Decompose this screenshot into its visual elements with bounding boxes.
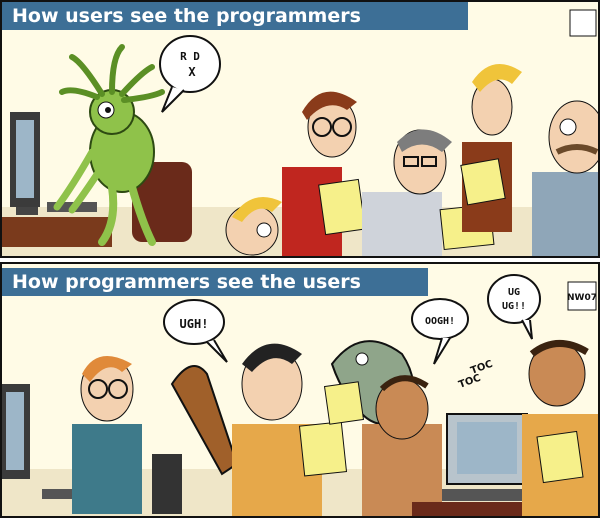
monitor xyxy=(10,112,40,215)
artist-logo xyxy=(569,9,597,37)
programmer-tall-blonde xyxy=(460,64,522,232)
programmer-at-desk xyxy=(72,356,142,514)
panel-illustration: R D X xyxy=(2,9,598,256)
speech-bubble-alien: R D X xyxy=(159,35,221,113)
programmer-mustache xyxy=(532,100,598,256)
speech-bubble-ugh: UGH! xyxy=(163,299,228,363)
speech-bubble-ug: UG UG!! xyxy=(487,274,541,340)
panel-caption: How users see the programmers xyxy=(2,2,468,30)
paper xyxy=(318,178,366,236)
chair xyxy=(152,454,182,514)
speech-text-1: R D xyxy=(180,50,200,63)
comic-panel-bottom: How programmers see the users UGH! OOGH!… xyxy=(0,262,600,518)
speech-text-ug-2: UG!! xyxy=(502,301,526,312)
paper xyxy=(298,421,348,477)
sound-effect-toc-2: TOC xyxy=(457,373,482,391)
desk xyxy=(2,217,112,247)
panel-caption: How programmers see the users xyxy=(2,268,428,296)
speech-text-ug-1: UG xyxy=(508,287,520,298)
speech-text-ugh: UGH! xyxy=(180,317,209,331)
speech-text-oogh: OOGH! xyxy=(425,316,455,327)
comic-panel-top: How users see the programmers R D X xyxy=(0,0,600,258)
paper xyxy=(536,430,584,484)
logo-text: NW07 xyxy=(567,293,597,303)
paper xyxy=(460,158,506,206)
caveman-right xyxy=(522,340,598,516)
paper xyxy=(323,381,365,425)
speech-text-2: X xyxy=(188,65,196,79)
artist-logo: NW07 xyxy=(567,281,597,311)
monitor xyxy=(2,384,30,479)
speech-bubble-oogh: OOGH! xyxy=(411,298,469,365)
panel-illustration: UGH! OOGH! TOC TOC UG UG!! NW07 xyxy=(2,274,598,516)
